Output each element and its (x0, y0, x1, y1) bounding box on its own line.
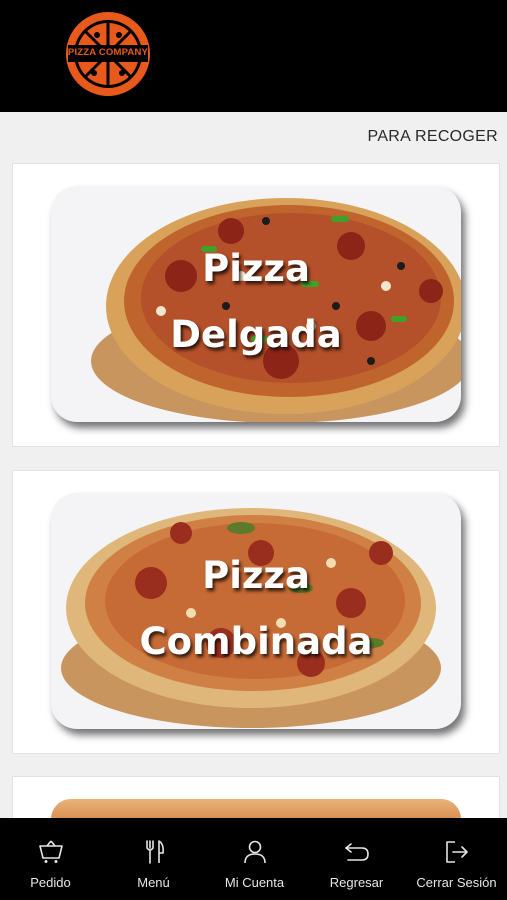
pizza-delgada-image[interactable]: Pizza Delgada (51, 186, 461, 422)
menu-card-pizza-combinada[interactable]: Pizza Combinada (12, 470, 500, 754)
nav-cerrar-sesion[interactable]: Cerrar Sesión (406, 818, 507, 900)
logo-text: PIZZA COMPANY (67, 47, 149, 58)
pizza-combinada-title-line2: Combinada (139, 620, 373, 663)
nav-mi-cuenta[interactable]: Mi Cuenta (204, 818, 305, 900)
logout-icon (446, 841, 468, 863)
pizza-delgada-title-line2: Delgada (170, 313, 342, 356)
nav-regresar[interactable]: Regresar (306, 818, 407, 900)
return-arrow-icon (345, 843, 369, 861)
pizza-combinada-title: Pizza Combinada (51, 543, 461, 675)
nav-menu[interactable]: Menú (103, 818, 204, 900)
nav-mi-cuenta-label: Mi Cuenta (224, 875, 285, 890)
bottom-navigation: Pedido Menú Mi Cuenta Regresar Cerrar Se… (0, 818, 507, 900)
pizza-company-logo[interactable]: PIZZA COMPANY (64, 10, 152, 98)
menu-card-pizza-delgada[interactable]: Pizza Delgada (12, 163, 500, 447)
pizza-combinada-image[interactable]: Pizza Combinada (51, 493, 461, 729)
user-icon (244, 840, 266, 864)
pizza-combinada-title-line1: Pizza (202, 554, 310, 597)
pizza-delgada-title-line1: Pizza (202, 247, 310, 290)
pizza-delgada-title: Pizza Delgada (51, 236, 461, 368)
basket-icon (39, 840, 63, 863)
nav-cerrar-sesion-label: Cerrar Sesión (416, 875, 497, 890)
app-header: PIZZA COMPANY (0, 0, 507, 112)
nav-pedido[interactable]: Pedido (0, 818, 101, 900)
nav-regresar-label: Regresar (329, 875, 384, 890)
fork-knife-icon (146, 840, 164, 864)
nav-pedido-label: Pedido (30, 875, 71, 890)
nav-menu-label: Menú (137, 875, 170, 890)
pickup-label[interactable]: PARA RECOGER (368, 128, 498, 146)
